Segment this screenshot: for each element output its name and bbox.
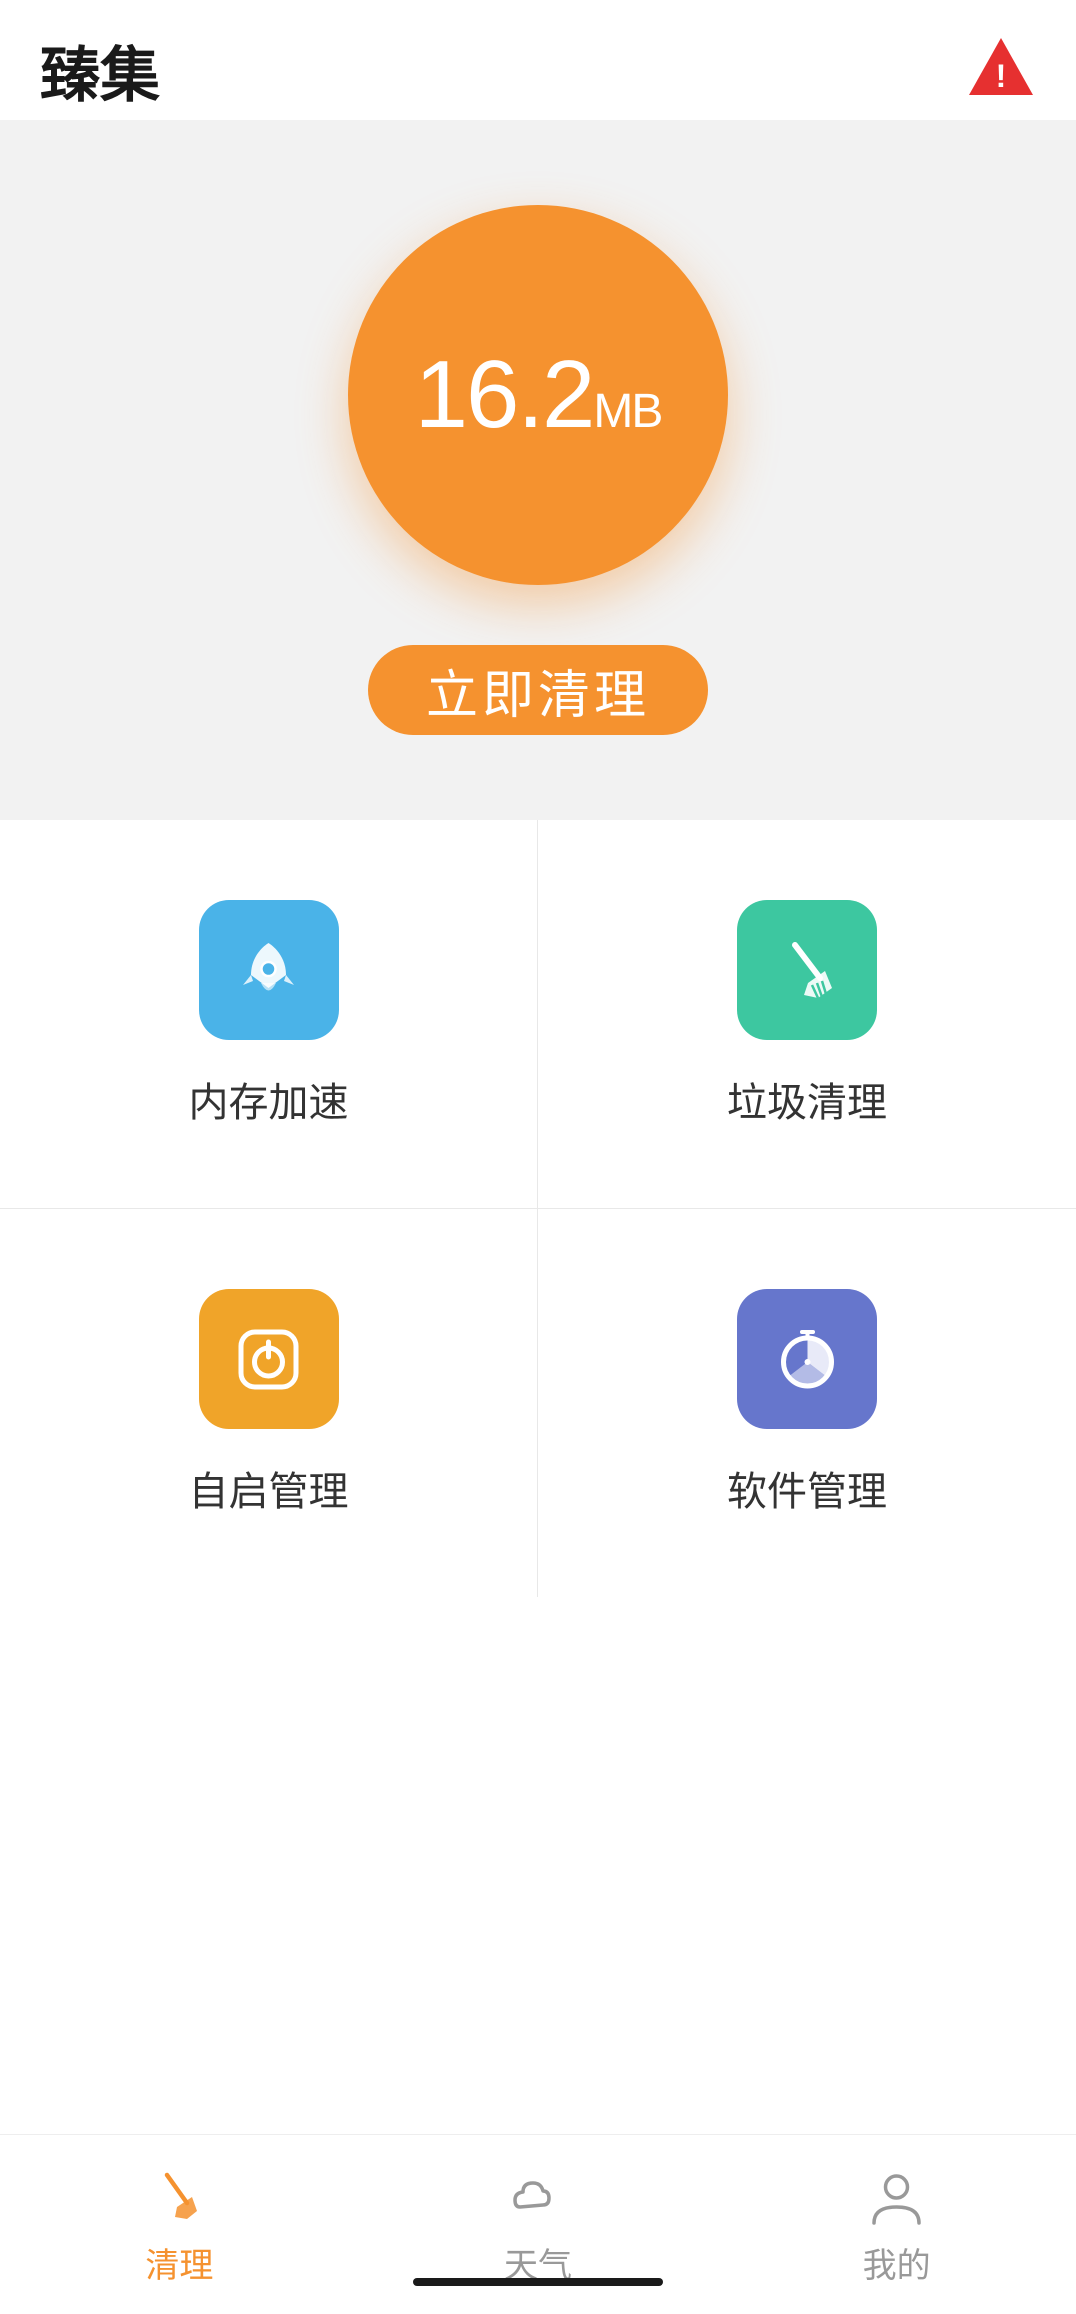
junk-clean-item[interactable]: 垃圾清理 — [538, 820, 1076, 1209]
nav-item-weather[interactable]: 天气 — [464, 2155, 612, 2297]
memory-boost-label: 内存加速 — [189, 1070, 349, 1128]
app-manage-icon-wrapper — [737, 1289, 877, 1429]
bottom-navigation: 清理 天气 我的 — [0, 2134, 1076, 2314]
clean-now-button[interactable]: 立即清理 — [368, 645, 708, 735]
clean-nav-label: 清理 — [145, 2238, 213, 2287]
junk-clean-label: 垃圾清理 — [727, 1070, 887, 1128]
autostart-icon-wrapper — [199, 1289, 339, 1429]
pie-chart-icon — [770, 1322, 845, 1397]
app-manage-item[interactable]: 软件管理 — [538, 1209, 1076, 1597]
app-manage-label: 软件管理 — [727, 1459, 887, 1517]
memory-boost-item[interactable]: 内存加速 — [0, 820, 538, 1209]
clean-nav-icon — [147, 2165, 212, 2230]
app-title: 臻集 — [40, 27, 160, 114]
nav-indicator — [413, 2278, 663, 2286]
storage-circle: 16.2MB — [348, 205, 728, 585]
nav-item-mine[interactable]: 我的 — [823, 2155, 971, 2297]
storage-display: 16.2MB — [415, 340, 662, 450]
feature-grid: 内存加速 垃圾清理 — [0, 820, 1076, 1597]
power-icon — [231, 1322, 306, 1397]
storage-unit: MB — [593, 385, 661, 438]
storage-value: 16.2 — [415, 341, 594, 448]
weather-nav-icon — [505, 2165, 570, 2230]
warning-icon[interactable]: ! — [966, 33, 1036, 108]
junk-clean-icon-wrapper — [737, 900, 877, 1040]
app-header: 臻集 ! — [0, 0, 1076, 120]
nav-item-clean[interactable]: 清理 — [105, 2155, 253, 2297]
svg-text:!: ! — [996, 58, 1007, 94]
broom-icon — [770, 933, 845, 1008]
hero-section: 16.2MB 立即清理 — [0, 120, 1076, 820]
mine-nav-label: 我的 — [863, 2238, 931, 2287]
autostart-label: 自启管理 — [189, 1459, 349, 1517]
autostart-item[interactable]: 自启管理 — [0, 1209, 538, 1597]
mine-nav-icon — [864, 2165, 929, 2230]
rocket-icon — [231, 933, 306, 1008]
memory-boost-icon-wrapper — [199, 900, 339, 1040]
